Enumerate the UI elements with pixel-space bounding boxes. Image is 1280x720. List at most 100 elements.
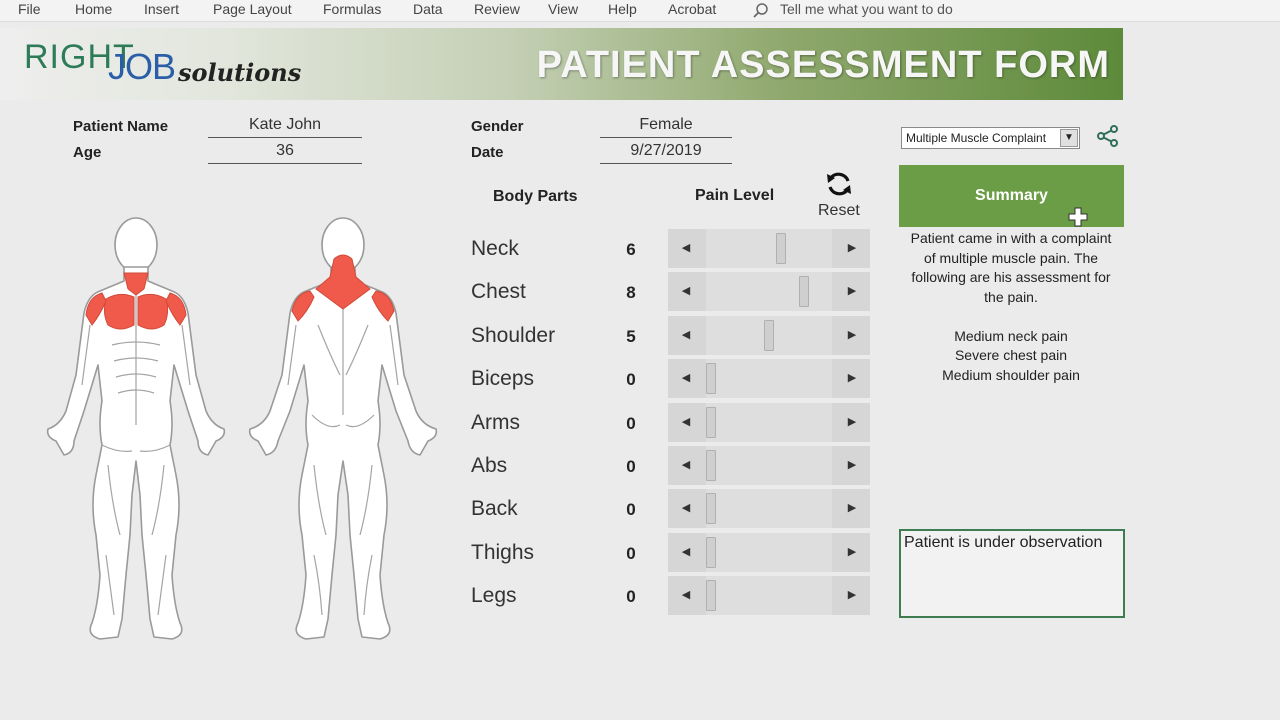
- tab-acrobat[interactable]: Acrobat: [668, 1, 716, 17]
- pain-level-value: 0: [626, 543, 636, 563]
- pain-level-value: 5: [626, 326, 636, 346]
- slider-thumb[interactable]: [706, 406, 716, 438]
- summary-text: Patient came in with a complaint of mult…: [902, 229, 1120, 385]
- arrow-left-icon[interactable]: ◀: [676, 543, 696, 561]
- pain-level-slider[interactable]: ◀ ▶: [668, 229, 870, 268]
- body-parts-header: Body Parts: [493, 188, 578, 205]
- gender-field[interactable]: Female: [600, 114, 732, 138]
- move-cursor-icon: [1068, 207, 1088, 227]
- slider-track[interactable]: [706, 272, 832, 312]
- summary-finding: Medium neck pain: [954, 327, 1068, 344]
- pain-level-slider[interactable]: ◀ ▶: [668, 532, 870, 572]
- slider-track[interactable]: [706, 532, 832, 572]
- date-label: Date: [471, 144, 504, 161]
- pain-level-value: 0: [626, 370, 636, 390]
- arrow-right-icon[interactable]: ▶: [842, 369, 862, 387]
- arrow-right-icon[interactable]: ▶: [842, 586, 862, 604]
- logo-solutions-text: solutions: [178, 58, 302, 87]
- tab-data[interactable]: Data: [413, 1, 443, 17]
- arrow-left-icon[interactable]: ◀: [676, 239, 696, 257]
- arrow-left-icon[interactable]: ◀: [676, 282, 696, 300]
- reset-button[interactable]: Reset: [818, 202, 860, 220]
- observation-textbox[interactable]: Patient is under observation: [899, 529, 1125, 618]
- tab-view[interactable]: View: [548, 1, 578, 17]
- tab-page-layout[interactable]: Page Layout: [213, 1, 292, 17]
- arrow-right-icon[interactable]: ▶: [842, 326, 862, 344]
- front-body-figure: [46, 217, 226, 640]
- back-body-figure: [248, 217, 438, 640]
- tab-review[interactable]: Review: [474, 1, 520, 17]
- tab-insert[interactable]: Insert: [144, 1, 179, 17]
- pain-level-slider[interactable]: ◀ ▶: [668, 446, 870, 485]
- pain-level-value: 6: [626, 240, 636, 259]
- share-icon[interactable]: [1096, 124, 1120, 148]
- arrow-left-icon[interactable]: ◀: [676, 413, 696, 431]
- summary-finding: Severe chest pain: [954, 347, 1068, 363]
- body-part-label: Thighs: [471, 540, 535, 564]
- pain-level-slider[interactable]: ◀ ▶: [668, 402, 870, 442]
- pain-level-slider[interactable]: ◀ ▶: [668, 359, 870, 399]
- tab-formulas[interactable]: Formulas: [323, 1, 381, 17]
- body-part-label: Legs: [471, 584, 517, 608]
- arrow-left-icon[interactable]: ◀: [676, 586, 696, 604]
- arrow-left-icon[interactable]: ◀: [676, 369, 696, 387]
- tab-file[interactable]: File: [18, 1, 41, 17]
- pain-level-value: 0: [626, 457, 636, 476]
- slider-thumb[interactable]: [706, 450, 716, 481]
- slider-thumb[interactable]: [706, 493, 716, 525]
- pain-level-slider[interactable]: ◀ ▶: [668, 576, 870, 616]
- slider-thumb[interactable]: [706, 580, 716, 612]
- age-field[interactable]: 36: [208, 140, 362, 164]
- chevron-down-icon[interactable]: ▼: [1060, 129, 1078, 147]
- slider-thumb[interactable]: [775, 233, 786, 264]
- header-banner: RIGHT JOB solutions PATIENT ASSESSMENT F…: [0, 28, 1123, 100]
- complaint-dropdown[interactable]: Multiple Muscle Complaint ▼: [901, 127, 1080, 149]
- pain-level-slider[interactable]: ◀ ▶: [668, 272, 870, 312]
- arrow-right-icon[interactable]: ▶: [842, 282, 862, 300]
- ribbon-menu: File Home Insert Page Layout Formulas Da…: [0, 0, 1280, 22]
- pain-level-slider[interactable]: ◀ ▶: [668, 489, 870, 529]
- arrow-left-icon[interactable]: ◀: [676, 456, 696, 474]
- arrow-right-icon[interactable]: ▶: [842, 456, 862, 474]
- summary-finding: Medium shoulder pain: [942, 366, 1080, 383]
- arrow-right-icon[interactable]: ▶: [842, 543, 862, 561]
- arrow-right-icon[interactable]: ▶: [842, 413, 862, 431]
- arrow-right-icon[interactable]: ▶: [842, 239, 862, 257]
- tab-help[interactable]: Help: [608, 1, 637, 17]
- arrow-left-icon[interactable]: ◀: [676, 499, 696, 517]
- slider-track[interactable]: [706, 229, 832, 268]
- lightbulb-search-icon: [753, 3, 768, 18]
- slider-track[interactable]: [706, 359, 832, 399]
- patient-name-label: Patient Name: [73, 118, 169, 135]
- slider-track[interactable]: [706, 402, 832, 442]
- slider-thumb[interactable]: [706, 536, 716, 568]
- pain-level-value: 8: [626, 283, 636, 303]
- body-part-label: Abs: [471, 454, 508, 477]
- refresh-icon[interactable]: [824, 170, 854, 198]
- arrow-right-icon[interactable]: ▶: [842, 499, 862, 517]
- tab-home[interactable]: Home: [75, 1, 112, 17]
- logo-job-text: JOB: [108, 46, 176, 87]
- summary-button[interactable]: Summary: [899, 165, 1124, 227]
- body-part-label: Biceps: [471, 367, 535, 391]
- page-title: PATIENT ASSESSMENT FORM: [536, 44, 1110, 86]
- slider-thumb[interactable]: [798, 276, 809, 308]
- body-part-label: Back: [471, 497, 518, 521]
- body-part-label: Neck: [471, 237, 519, 260]
- tell-me-search[interactable]: Tell me what you want to do: [780, 1, 953, 17]
- slider-track[interactable]: [706, 446, 832, 485]
- gender-label: Gender: [471, 118, 524, 135]
- pain-level-value: 0: [626, 587, 636, 607]
- patient-name-field[interactable]: Kate John: [208, 114, 362, 138]
- slider-track[interactable]: [706, 489, 832, 529]
- body-part-label: Shoulder: [471, 323, 556, 347]
- summary-spacer: [902, 307, 1120, 327]
- slider-thumb[interactable]: [764, 319, 774, 351]
- body-part-label: Arms: [471, 410, 520, 434]
- date-field[interactable]: 9/27/2019: [600, 140, 732, 164]
- pain-level-value: 0: [626, 413, 636, 433]
- slider-thumb[interactable]: [706, 363, 716, 395]
- slider-track[interactable]: [706, 576, 832, 616]
- pain-level-slider[interactable]: ◀ ▶: [668, 315, 870, 355]
- arrow-left-icon[interactable]: ◀: [676, 326, 696, 344]
